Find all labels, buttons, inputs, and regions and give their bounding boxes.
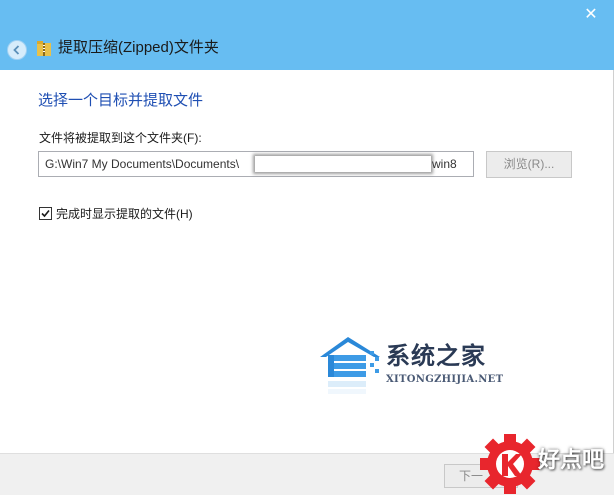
destination-path-input[interactable]: G:\Win7 My Documents\Documents\ win8 — [38, 151, 474, 177]
zip-folder-icon — [37, 40, 51, 56]
show-files-label: 完成时显示提取的文件(H) — [56, 207, 193, 221]
site-badge: 好点吧 — [478, 428, 614, 495]
badge-text: 好点吧 — [538, 447, 605, 472]
destination-label: 文件将被提取到这个文件夹(F): — [39, 131, 202, 145]
path-value-suffix: win8 — [432, 157, 457, 171]
extract-wizard-window: ✕ 提取压缩(Zipped)文件夹 选择一个目标并提取文件 文件将被提取到这个文… — [0, 0, 614, 495]
path-value-prefix: G:\Win7 My Documents\Documents\ — [45, 157, 240, 171]
back-button[interactable] — [7, 40, 27, 60]
title-bar: ✕ 提取压缩(Zipped)文件夹 — [0, 0, 614, 70]
watermark-name: 系统之家 — [386, 343, 486, 370]
back-arrow-icon — [13, 45, 20, 55]
watermark-domain: XITONGZHIJIA.NET — [386, 374, 504, 385]
window-title: 提取压缩(Zipped)文件夹 — [58, 39, 219, 56]
checkmark-icon — [41, 209, 50, 218]
close-icon[interactable]: ✕ — [582, 6, 600, 24]
show-files-checkbox[interactable] — [39, 207, 52, 220]
gear-logo-icon — [480, 434, 540, 494]
house-logo-icon — [320, 337, 380, 394]
redacted-path-segment — [255, 156, 431, 172]
watermark-logo: 系统之家 XITONGZHIJIA.NET — [318, 333, 503, 403]
wizard-heading: 选择一个目标并提取文件 — [38, 92, 204, 109]
browse-button[interactable]: 浏览(R)... — [486, 151, 572, 178]
